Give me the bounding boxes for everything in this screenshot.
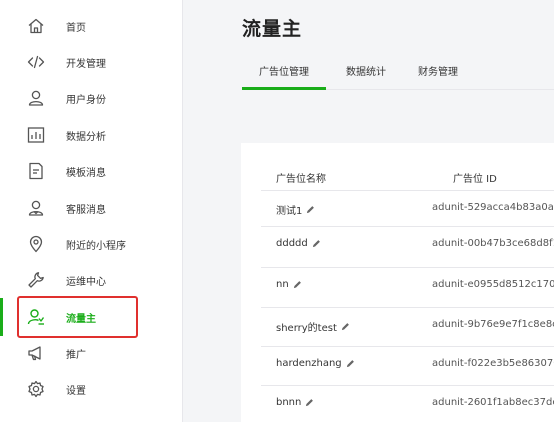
sidebar-item-label: 数据分析 [66,131,106,143]
code-icon [27,53,45,71]
sidebar-item-template-message[interactable]: 模板消息 [0,153,183,189]
wrench-icon [27,271,45,289]
sidebar-item-label: 运维中心 [66,276,106,288]
table-row: nn adunit-e0955d8512c17046 [261,267,554,303]
table-row: sherry的test adunit-9b76e9e7f1c8e8c5 [261,307,554,343]
table-header: 广告位名称 广告位 ID [241,161,554,189]
ad-slot-name: bnnn [276,397,314,408]
sidebar-item-label: 附近的小程序 [66,240,126,252]
sidebar-item-data-analysis[interactable]: 数据分析 [0,117,183,153]
chart-icon [27,126,45,144]
ad-slot-name-text: hardenzhang [276,358,342,369]
column-header-name: 广告位名称 [276,174,326,185]
megaphone-icon [27,344,45,362]
tab-finance-management[interactable]: 财务管理 [406,60,470,90]
sidebar-item-label: 流量主 [66,313,96,325]
ad-slot-id: adunit-2601f1ab8ec37dca [432,397,554,408]
ad-slot-id: adunit-00b47b3ce68d8f1d [432,238,554,249]
main-content: 流量主 广告位管理 数据统计 财务管理 广告位名称 广告位 ID 测试1 adu… [184,0,554,422]
page-title: 流量主 [242,18,303,40]
pencil-icon[interactable] [306,205,315,214]
table-row: hardenzhang adunit-f022e3b5e8630707 [261,346,554,382]
ad-slot-name: nn [276,279,302,290]
tab-data-statistics[interactable]: 数据统计 [334,60,398,90]
ad-slot-name-text: bnnn [276,397,302,408]
sidebar-item-customer-service[interactable]: 客服消息 [0,190,183,226]
ad-slot-name-text: 测试1 [276,206,303,217]
ad-slot-name: sherry的test [276,319,350,334]
tab-bar: 广告位管理 数据统计 财务管理 [242,60,554,90]
sidebar: 首页 开发管理 用户身份 数据分析 模板消息 客服消息 附近的小程序 运维中心 … [0,0,183,422]
customer-service-icon [27,199,45,217]
ad-slot-id: adunit-529acca4b83a0abf [432,202,554,213]
pencil-icon[interactable] [341,322,350,331]
ad-slot-id: adunit-9b76e9e7f1c8e8c5 [432,319,554,330]
pencil-icon[interactable] [305,398,314,407]
sidebar-item-user-identity[interactable]: 用户身份 [0,80,183,116]
sidebar-item-traffic-owner[interactable]: 流量主 [0,299,183,335]
column-header-id: 广告位 ID [453,174,497,185]
tab-ad-slot-management[interactable]: 广告位管理 [242,60,326,90]
table-row: 测试1 adunit-529acca4b83a0abf [261,190,554,226]
sidebar-item-label: 推广 [66,349,86,361]
sidebar-item-promotion[interactable]: 推广 [0,335,183,371]
ad-slot-name: 测试1 [276,202,315,217]
ad-slot-id: adunit-f022e3b5e8630707 [432,358,554,369]
ad-slot-id: adunit-e0955d8512c17046 [432,279,554,290]
document-icon [27,162,45,180]
ad-slot-table: 广告位名称 广告位 ID 测试1 adunit-529acca4b83a0abf… [241,143,554,422]
sidebar-item-operations-center[interactable]: 运维中心 [0,262,183,298]
ad-slot-name-text: sherry的test [276,323,337,334]
table-row: bnnn adunit-2601f1ab8ec37dca [261,385,554,421]
ad-slot-name: ddddd [276,238,321,249]
traffic-user-icon [27,308,45,326]
ad-slot-name-text: nn [276,279,289,290]
sidebar-item-label: 设置 [66,385,86,397]
sidebar-item-label: 用户身份 [66,94,106,106]
pencil-icon[interactable] [346,359,355,368]
gear-icon [27,380,45,398]
sidebar-item-label: 首页 [66,22,86,34]
sidebar-item-label: 客服消息 [66,204,106,216]
user-icon [27,89,45,107]
home-icon [27,17,45,35]
pencil-icon[interactable] [293,280,302,289]
sidebar-item-dev-management[interactable]: 开发管理 [0,44,183,80]
sidebar-item-label: 开发管理 [66,58,106,70]
sidebar-item-settings[interactable]: 设置 [0,371,183,407]
location-icon [27,235,45,253]
sidebar-item-label: 模板消息 [66,167,106,179]
ad-slot-name: hardenzhang [276,358,355,369]
ad-slot-name-text: ddddd [276,238,308,249]
sidebar-item-home[interactable]: 首页 [0,8,183,44]
pencil-icon[interactable] [312,239,321,248]
sidebar-item-nearby-mini-programs[interactable]: 附近的小程序 [0,226,183,262]
table-row: ddddd adunit-00b47b3ce68d8f1d [261,226,554,262]
